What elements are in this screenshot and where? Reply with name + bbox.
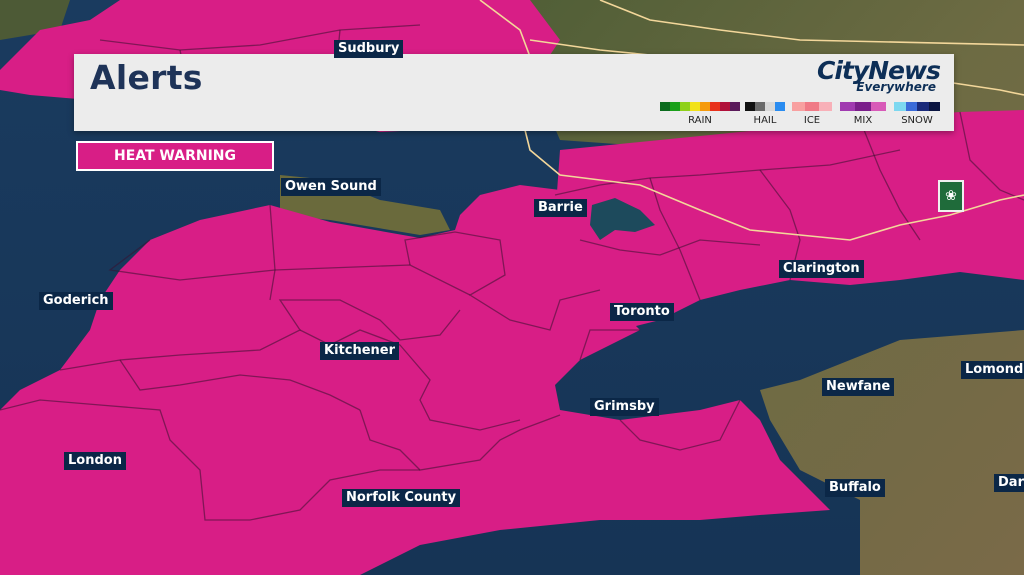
legend-rain-swatch-2 bbox=[680, 102, 690, 111]
city-label-lomond: Lomond bbox=[961, 361, 1024, 379]
legend-ice-label: ICE bbox=[803, 115, 821, 126]
legend-mix-swatch-1 bbox=[855, 102, 871, 111]
city-label-kitchener: Kitchener bbox=[320, 342, 400, 360]
legend-snow-swatch-3 bbox=[928, 102, 940, 111]
city-label-buffalo: Buffalo bbox=[825, 479, 885, 497]
city-label-grimsby: Grimsby bbox=[590, 398, 659, 416]
legend-hail-swatches bbox=[745, 102, 785, 111]
legend-snow-swatch-1 bbox=[905, 102, 917, 111]
legend-ice: ICE bbox=[792, 102, 832, 126]
legend-snow-swatch-0 bbox=[894, 102, 906, 111]
city-label-norfolk-county: Norfolk County bbox=[342, 489, 461, 507]
city-label-newfane: Newfane bbox=[822, 378, 895, 396]
legend-rain-swatches bbox=[660, 102, 740, 111]
alerts-panel: Alerts CityNews Everywhere RAIN HAIL ICE… bbox=[74, 54, 954, 131]
legend-mix-swatches bbox=[840, 102, 886, 111]
city-label-toronto: Toronto bbox=[610, 303, 674, 321]
map-stage: Alerts CityNews Everywhere RAIN HAIL ICE… bbox=[0, 0, 1024, 575]
maple-leaf-icon: ❀ bbox=[938, 180, 964, 212]
legend-hail-swatch-1 bbox=[755, 102, 765, 111]
legend-ice-swatch-1 bbox=[805, 102, 819, 111]
legend-rain-swatch-0 bbox=[660, 102, 670, 111]
city-label-sudbury: Sudbury bbox=[334, 40, 404, 58]
legend-snow: SNOW bbox=[894, 102, 940, 126]
city-label-london: London bbox=[64, 452, 126, 470]
legend-ice-swatch-2 bbox=[818, 102, 832, 111]
panel-title: Alerts bbox=[90, 58, 203, 97]
legend-rain-swatch-6 bbox=[720, 102, 730, 111]
city-label-barrie: Barrie bbox=[534, 199, 587, 217]
heat-warning-badge[interactable]: HEAT WARNING bbox=[76, 141, 274, 171]
city-label-goderich: Goderich bbox=[39, 292, 113, 310]
brand-logo: CityNews Everywhere bbox=[817, 58, 941, 95]
legend-ice-swatches bbox=[792, 102, 832, 111]
legend-hail-label: HAIL bbox=[753, 115, 777, 126]
city-label-dar: Dar bbox=[994, 474, 1024, 492]
legend-mix: MIX bbox=[840, 102, 886, 126]
legend-rain-swatch-7 bbox=[730, 102, 740, 111]
legend-snow-swatches bbox=[894, 102, 940, 111]
legend-snow-label: SNOW bbox=[901, 115, 933, 126]
legend-hail-swatch-2 bbox=[765, 102, 775, 111]
legend-snow-swatch-2 bbox=[917, 102, 929, 111]
legend-rain-swatch-4 bbox=[700, 102, 710, 111]
city-label-owen-sound: Owen Sound bbox=[281, 178, 381, 196]
legend-ice-swatch-0 bbox=[792, 102, 806, 111]
legend-rain-swatch-3 bbox=[690, 102, 700, 111]
legend-rain-swatch-5 bbox=[710, 102, 720, 111]
legend-rain: RAIN bbox=[660, 102, 740, 126]
legend-rain-label: RAIN bbox=[688, 115, 712, 126]
legend-mix-label: MIX bbox=[853, 115, 873, 126]
legend-rain-swatch-1 bbox=[670, 102, 680, 111]
legend-hail: HAIL bbox=[745, 102, 785, 126]
legend-hail-swatch-0 bbox=[745, 102, 755, 111]
city-label-clarington: Clarington bbox=[779, 260, 864, 278]
legend-mix-swatch-0 bbox=[840, 102, 856, 111]
legend-mix-swatch-2 bbox=[870, 102, 886, 111]
legend-hail-swatch-3 bbox=[775, 102, 785, 111]
